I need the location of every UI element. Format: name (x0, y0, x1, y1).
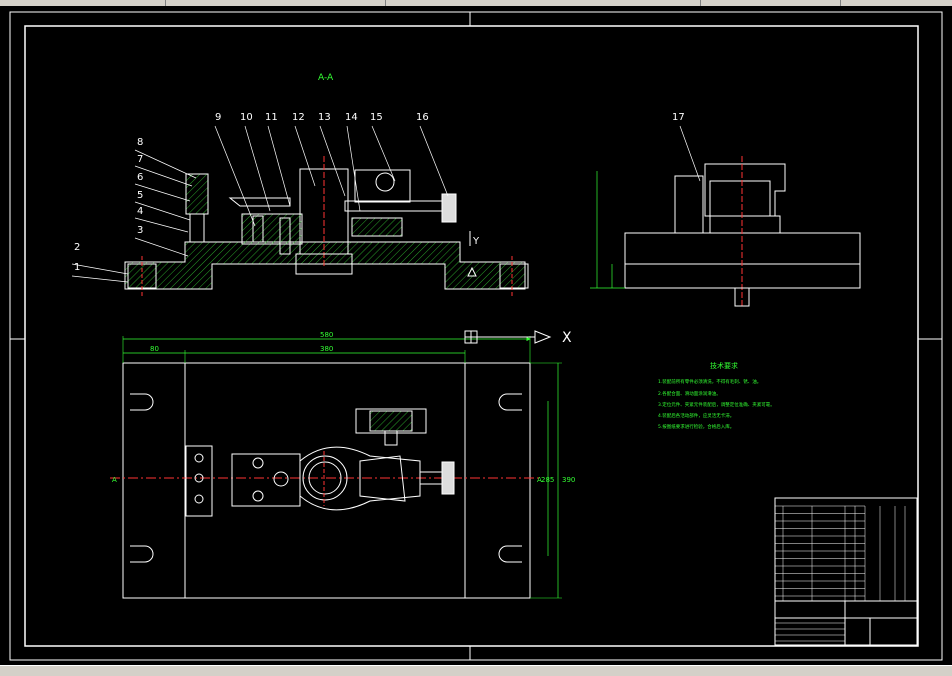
tech-req-line: 2.各配合面、滑动面涂润滑油。 (658, 390, 721, 397)
part-number: 1 (74, 262, 80, 273)
part-number: 5 (137, 190, 143, 201)
tech-req-line: 1.装配前所有零件必须清洗，不得有毛刺、锈、油。 (658, 378, 761, 385)
part-number: 8 (137, 137, 143, 148)
part-number: 10 (240, 112, 253, 123)
cad-drawing-canvas[interactable]: A-A Y 2 1 3 4 5 6 7 8 9 10 11 12 13 14 1… (0, 6, 952, 665)
part-number: 15 (370, 112, 383, 123)
dim-height-outer: 390 (562, 476, 575, 484)
part-number: 11 (265, 112, 278, 123)
window-status-bar (0, 665, 952, 676)
part-number: 4 (137, 206, 143, 217)
plan-view: A A 580 80 380 390 285 (110, 331, 575, 599)
tech-req-line: 5.按图纸要求进行检验，合格后入库。 (658, 423, 734, 430)
title-block (774, 497, 918, 646)
part-number: 3 (137, 225, 143, 236)
part-number: 2 (74, 242, 80, 253)
drawing-frame (9, 11, 943, 661)
technical-requirements: 技术要求 1.装配前所有零件必须清洗，不得有毛刺、锈、油。 2.各配合面、滑动面… (658, 361, 775, 430)
side-view (590, 156, 861, 307)
section-view: Y (124, 156, 529, 296)
axis-y-label: Y (472, 236, 480, 247)
part-number: 7 (137, 154, 143, 165)
section-label: A-A (318, 73, 334, 83)
tech-req-title: 技术要求 (710, 361, 738, 370)
axis-x-label: X (562, 330, 572, 346)
part-number: 6 (137, 172, 143, 183)
dim-overall-width: 580 (320, 331, 333, 339)
part-number: 17 (672, 112, 685, 123)
part-number: 16 (416, 112, 429, 123)
part-number: 13 (318, 112, 331, 123)
part-number: 14 (345, 112, 358, 123)
tech-req-line: 4.装配后各活动部件，应灵活无卡滞。 (658, 412, 734, 419)
section-mark-left: A (112, 476, 117, 484)
part-number: 12 (292, 112, 305, 123)
dim-height-inner: 285 (541, 476, 554, 484)
tech-req-line: 3.定位元件、夹紧元件装配后，调整定位准确、夹紧可靠。 (658, 401, 775, 408)
axis-x-indicator: X (464, 330, 572, 346)
part-number: 9 (215, 112, 221, 123)
dim-inner-width: 380 (320, 345, 333, 353)
dim-left-offset: 80 (150, 345, 159, 353)
